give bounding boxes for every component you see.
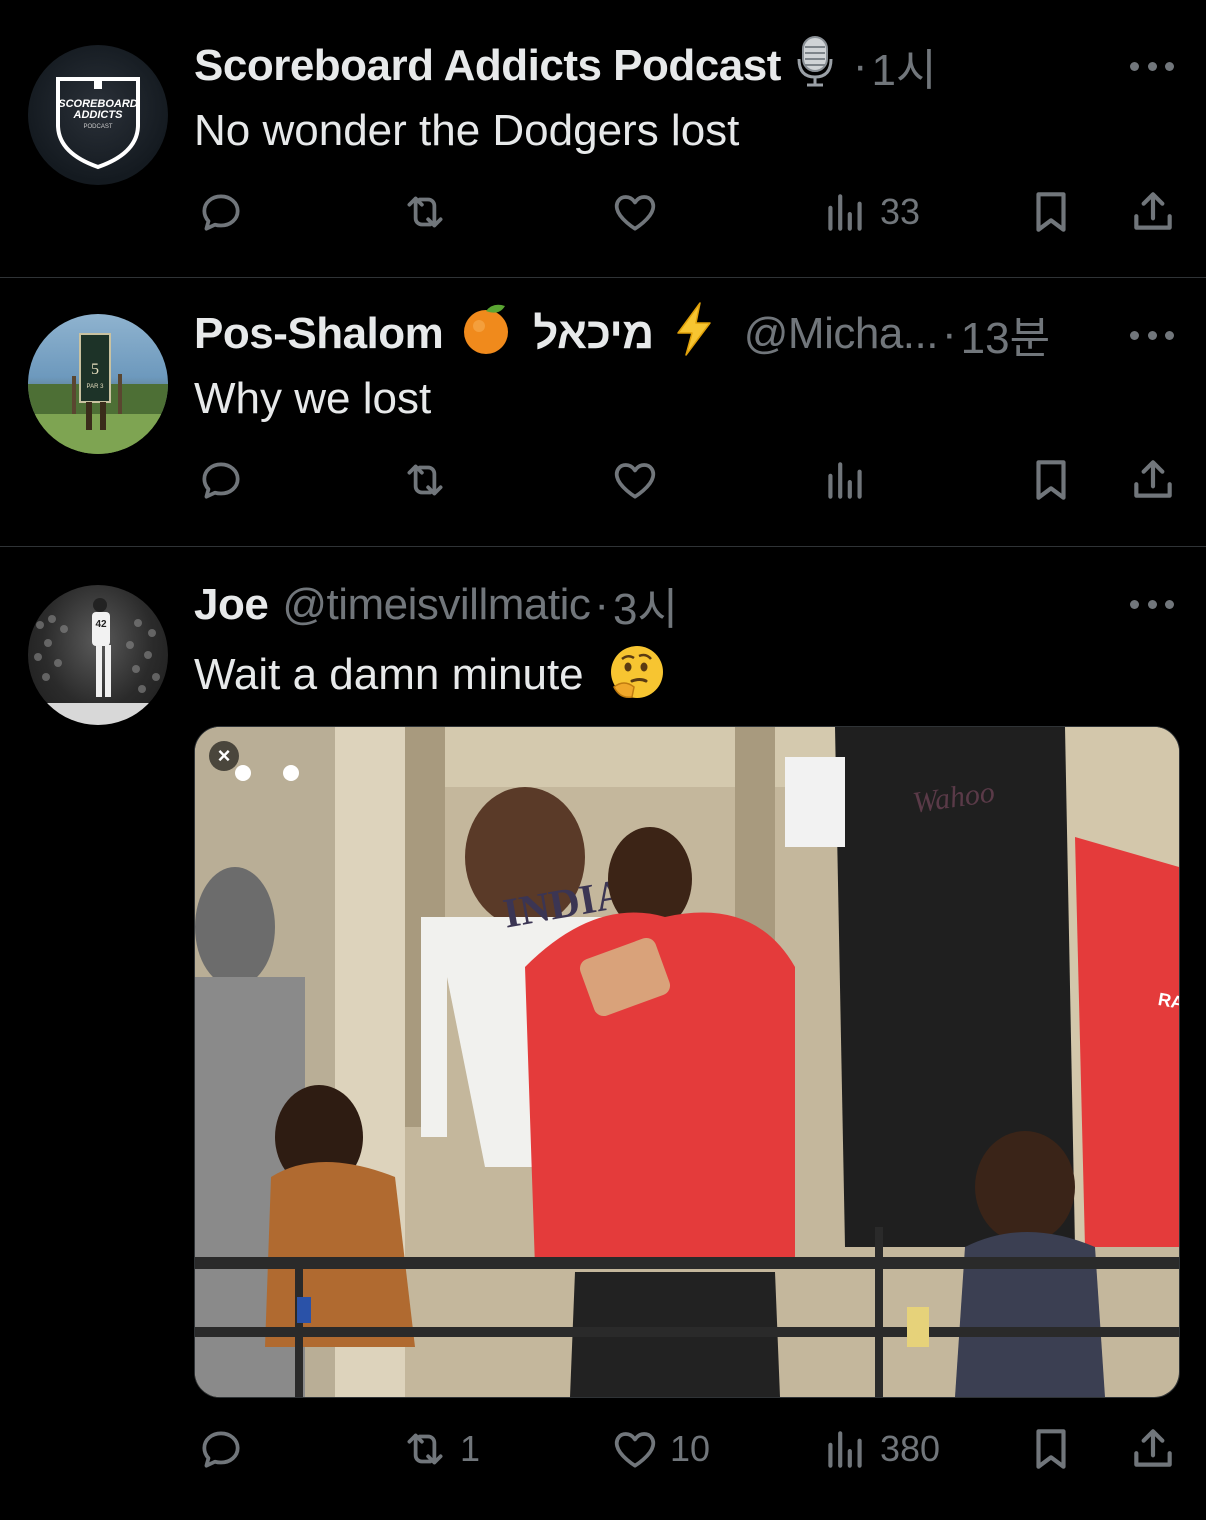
share-icon: [1134, 1429, 1172, 1467]
handle[interactable]: @timeisvillmatic: [282, 580, 591, 630]
tweet-photo[interactable]: INDIA Wahoo RA ×: [194, 726, 1180, 1398]
views-button[interactable]: 33: [820, 182, 920, 242]
avatar[interactable]: 5 PAR 3: [28, 314, 168, 454]
more-options-icon[interactable]: [1130, 325, 1174, 345]
share-button[interactable]: [1128, 182, 1178, 242]
tweet-header: Pos-Shalom מיכאל @Micha... · 13분: [194, 301, 1050, 363]
reply-button[interactable]: [196, 1419, 256, 1479]
separator-dot: ·: [852, 41, 868, 90]
bookmark-icon: [1036, 460, 1066, 500]
svg-text:PODCAST: PODCAST: [83, 124, 112, 130]
views-icon: [828, 462, 862, 499]
separator-dot: ·: [594, 580, 609, 629]
tweet-text: Why we lost: [194, 374, 432, 423]
timestamp[interactable]: 13분: [961, 302, 1050, 366]
reply-icon: [202, 1431, 240, 1468]
bookmark-button[interactable]: [1026, 182, 1076, 242]
tweet-text-content: Wait a damn minute: [194, 650, 584, 700]
tweet-header: Scoreboard Addicts Podcast · 1시: [194, 35, 936, 95]
bookmark-button[interactable]: [1026, 450, 1076, 510]
retweet-button[interactable]: [400, 182, 460, 242]
svg-text:42: 42: [95, 619, 107, 630]
close-icon[interactable]: ×: [209, 741, 239, 771]
like-button[interactable]: [610, 182, 670, 242]
share-button[interactable]: [1128, 450, 1178, 510]
display-name[interactable]: Scoreboard Addicts Podcast: [194, 41, 781, 91]
retweet-count: 1: [460, 1428, 481, 1469]
more-options-icon[interactable]: [1130, 594, 1174, 614]
heart-icon: [614, 1432, 656, 1468]
golf-sign-photo: 5 PAR 3: [28, 333, 168, 454]
action-bar: 1 10 380: [194, 1419, 1184, 1479]
lightning-emoji-icon: [672, 301, 716, 368]
share-button[interactable]: [1128, 1419, 1178, 1479]
views-icon: [828, 1431, 862, 1468]
retweet-icon: [407, 464, 443, 496]
retweet-button[interactable]: [400, 450, 460, 510]
share-icon: [1134, 192, 1172, 230]
tweet-text: No wonder the Dodgers lost: [194, 106, 740, 155]
reply-button[interactable]: [196, 182, 256, 242]
tweet-3[interactable]: 42 Joe @timeisvillmatic · 3시 Wait a damn…: [0, 547, 1206, 1520]
bookmark-button[interactable]: [1026, 1419, 1076, 1479]
separator-dot: ·: [941, 309, 957, 358]
svg-text:PAR 3: PAR 3: [87, 384, 105, 390]
views-button[interactable]: [820, 450, 880, 510]
timestamp[interactable]: 3시: [613, 573, 678, 637]
timestamp[interactable]: 1시: [872, 34, 937, 98]
display-name[interactable]: Pos-Shalom: [194, 309, 444, 359]
views-icon: [828, 194, 862, 231]
bookmark-icon: [1036, 1429, 1066, 1469]
tweet-header: Joe @timeisvillmatic · 3시: [194, 577, 678, 634]
thinking-face-emoji-icon: [608, 643, 666, 712]
tweet-2[interactable]: 5 PAR 3 Pos-Shalom מיכאל @Micha... · 13분…: [0, 278, 1206, 546]
avatar[interactable]: SCOREBOARD ADDICTS PODCAST: [28, 45, 168, 185]
views-count: 33: [880, 191, 921, 232]
heart-icon: [614, 195, 656, 231]
microphone-icon: [793, 33, 837, 100]
action-bar: [194, 450, 1184, 510]
bookmark-icon: [1036, 192, 1066, 232]
svg-text:5: 5: [91, 361, 99, 378]
like-button[interactable]: 10: [610, 1419, 710, 1479]
stadium-photo: INDIA Wahoo RA: [195, 727, 1179, 1397]
tweet-text: Wait a damn minute: [194, 643, 666, 712]
like-count: 10: [670, 1428, 711, 1469]
reply-icon: [202, 194, 240, 231]
reply-button[interactable]: [196, 450, 256, 510]
avatar[interactable]: 42: [28, 585, 168, 725]
scoreboard-addicts-logo: SCOREBOARD ADDICTS PODCAST: [56, 77, 140, 170]
views-button[interactable]: 380: [820, 1419, 940, 1479]
retweet-button[interactable]: 1: [400, 1419, 480, 1479]
heart-icon: [614, 463, 656, 499]
display-name-hebrew: מיכאל: [533, 309, 654, 358]
retweet-icon: [407, 1433, 443, 1465]
tweet-1[interactable]: SCOREBOARD ADDICTS PODCAST Scoreboard Ad…: [0, 0, 1206, 277]
views-count: 380: [880, 1428, 941, 1469]
orange-emoji-icon: [461, 302, 511, 367]
like-button[interactable]: [610, 450, 670, 510]
more-options-icon[interactable]: [1130, 56, 1174, 76]
pitcher-photo: 42: [28, 598, 168, 725]
svg-text:ADDICTS: ADDICTS: [73, 109, 124, 121]
handle[interactable]: @Micha...: [744, 309, 939, 359]
reply-icon: [202, 462, 240, 499]
display-name[interactable]: Joe: [194, 580, 269, 630]
share-icon: [1134, 460, 1172, 498]
retweet-icon: [407, 196, 443, 228]
action-bar: 33: [194, 182, 1184, 242]
